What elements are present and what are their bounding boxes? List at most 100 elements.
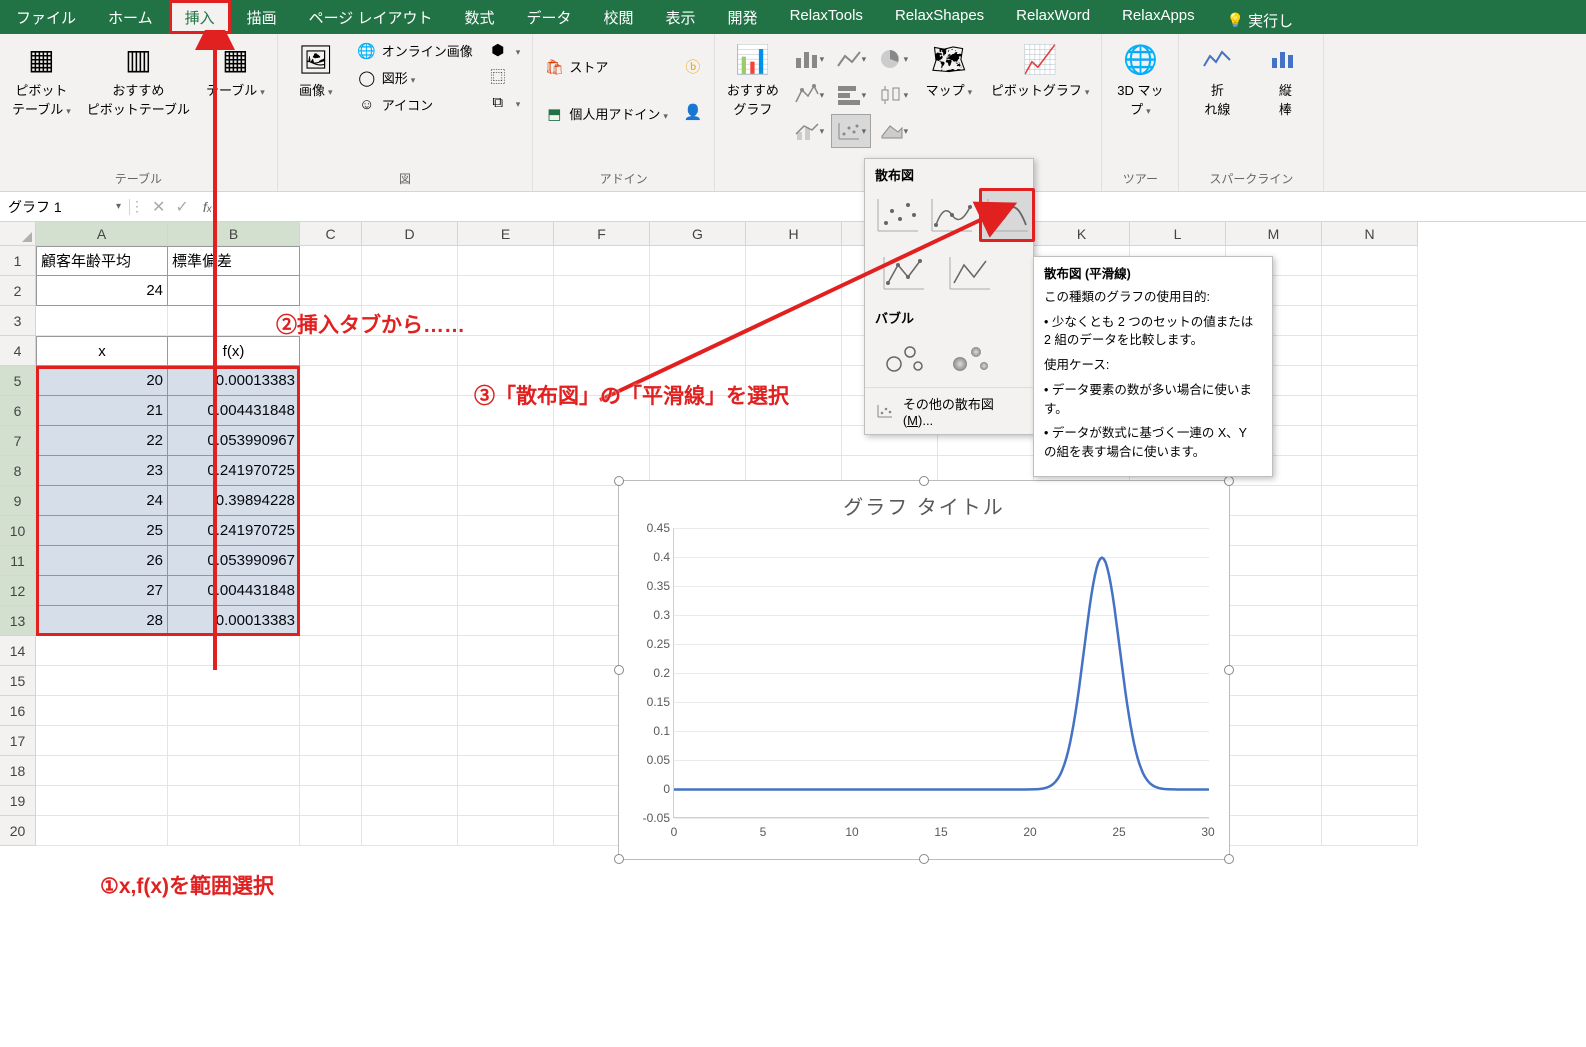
row-header-9[interactable]: 9: [0, 486, 36, 516]
cell-N17[interactable]: [1322, 726, 1418, 756]
cell-A20[interactable]: [36, 816, 168, 846]
cell-D12[interactable]: [362, 576, 458, 606]
tab-relaxapps[interactable]: RelaxApps: [1106, 0, 1211, 34]
cell-F4[interactable]: [554, 336, 650, 366]
cell-M18[interactable]: [1226, 756, 1322, 786]
name-box[interactable]: ▾: [0, 199, 130, 215]
cell-N3[interactable]: [1322, 306, 1418, 336]
cell-E13[interactable]: [458, 606, 554, 636]
recommended-pivot-button[interactable]: ▥ おすすめ ピボットテーブル: [81, 38, 196, 122]
cell-N7[interactable]: [1322, 426, 1418, 456]
cell-F3[interactable]: [554, 306, 650, 336]
cell-A3[interactable]: [36, 306, 168, 336]
tellme[interactable]: 💡実行し: [1211, 0, 1309, 34]
col-header-L[interactable]: L: [1130, 222, 1226, 246]
cell-M11[interactable]: [1226, 546, 1322, 576]
bar-chart-button[interactable]: ▾: [831, 78, 871, 112]
cell-E1[interactable]: [458, 246, 554, 276]
cell-D15[interactable]: [362, 666, 458, 696]
sparkline-col-button[interactable]: 縦 棒: [1253, 38, 1317, 122]
cell-A18[interactable]: [36, 756, 168, 786]
cell-M14[interactable]: [1226, 636, 1322, 666]
cell-C11[interactable]: [300, 546, 362, 576]
cell-N12[interactable]: [1322, 576, 1418, 606]
cell-D13[interactable]: [362, 606, 458, 636]
cell-C15[interactable]: [300, 666, 362, 696]
cell-B12[interactable]: 0.004431848: [168, 576, 300, 606]
cell-C9[interactable]: [300, 486, 362, 516]
row-header-13[interactable]: 13: [0, 606, 36, 636]
cell-E11[interactable]: [458, 546, 554, 576]
cell-A13[interactable]: 28: [36, 606, 168, 636]
cell-F1[interactable]: [554, 246, 650, 276]
cell-C19[interactable]: [300, 786, 362, 816]
hier-chart-button[interactable]: ▾: [789, 78, 829, 112]
tab-data[interactable]: データ: [511, 0, 588, 34]
online-image-button[interactable]: 🌐オンライン画像: [352, 38, 479, 63]
tab-relaxtools[interactable]: RelaxTools: [774, 0, 879, 34]
surface-chart-button[interactable]: ▾: [873, 114, 913, 148]
scatter-lines-markers-option[interactable]: [871, 246, 935, 300]
screenshot-button[interactable]: ⧉: [483, 90, 527, 114]
cell-E12[interactable]: [458, 576, 554, 606]
sparkline-line-button[interactable]: 折 れ線: [1185, 38, 1249, 122]
cell-N4[interactable]: [1322, 336, 1418, 366]
cell-D11[interactable]: [362, 546, 458, 576]
cell-E10[interactable]: [458, 516, 554, 546]
cell-H3[interactable]: [746, 306, 842, 336]
cell-B11[interactable]: 0.053990967: [168, 546, 300, 576]
cell-H2[interactable]: [746, 276, 842, 306]
store-button[interactable]: 🛍ストア: [539, 54, 674, 79]
cell-B9[interactable]: 0.39894228: [168, 486, 300, 516]
cell-E8[interactable]: [458, 456, 554, 486]
cell-D8[interactable]: [362, 456, 458, 486]
scatter-markers-option[interactable]: [871, 188, 923, 242]
tab-formulas[interactable]: 数式: [448, 0, 510, 34]
cell-E20[interactable]: [458, 816, 554, 846]
line-chart-button[interactable]: ▾: [831, 42, 871, 76]
cell-A11[interactable]: 26: [36, 546, 168, 576]
namebox-dropdown-icon[interactable]: ▾: [116, 201, 121, 212]
cell-E14[interactable]: [458, 636, 554, 666]
cell-C5[interactable]: [300, 366, 362, 396]
cell-B17[interactable]: [168, 726, 300, 756]
cell-N18[interactable]: [1322, 756, 1418, 786]
cancel-icon[interactable]: ✕: [152, 197, 165, 217]
cell-N6[interactable]: [1322, 396, 1418, 426]
tab-insert[interactable]: 挿入: [169, 0, 231, 34]
cell-M20[interactable]: [1226, 816, 1322, 846]
cell-B8[interactable]: 0.241970725: [168, 456, 300, 486]
stat-chart-button[interactable]: ▾: [873, 78, 913, 112]
tab-relaxword[interactable]: RelaxWord: [1000, 0, 1106, 34]
cell-C2[interactable]: [300, 276, 362, 306]
cell-B19[interactable]: [168, 786, 300, 816]
cell-A14[interactable]: [36, 636, 168, 666]
cell-G4[interactable]: [650, 336, 746, 366]
cell-H1[interactable]: [746, 246, 842, 276]
col-header-M[interactable]: M: [1226, 222, 1322, 246]
cell-N16[interactable]: [1322, 696, 1418, 726]
row-header-2[interactable]: 2: [0, 276, 36, 306]
row-header-15[interactable]: 15: [0, 666, 36, 696]
col-header-F[interactable]: F: [554, 222, 650, 246]
cell-D4[interactable]: [362, 336, 458, 366]
row-header-6[interactable]: 6: [0, 396, 36, 426]
cell-D18[interactable]: [362, 756, 458, 786]
3dmodel-button[interactable]: ⬢: [483, 38, 527, 62]
cell-A15[interactable]: [36, 666, 168, 696]
row-header-3[interactable]: 3: [0, 306, 36, 336]
pivot-table-button[interactable]: ▦ ピボット テーブル: [6, 38, 77, 122]
cell-F7[interactable]: [554, 426, 650, 456]
cell-N8[interactable]: [1322, 456, 1418, 486]
cell-C18[interactable]: [300, 756, 362, 786]
cell-E9[interactable]: [458, 486, 554, 516]
cell-M13[interactable]: [1226, 606, 1322, 636]
cell-C4[interactable]: [300, 336, 362, 366]
row-header-11[interactable]: 11: [0, 546, 36, 576]
cell-C16[interactable]: [300, 696, 362, 726]
cell-B20[interactable]: [168, 816, 300, 846]
cell-D1[interactable]: [362, 246, 458, 276]
cell-B15[interactable]: [168, 666, 300, 696]
tab-view[interactable]: 表示: [650, 0, 712, 34]
cell-N14[interactable]: [1322, 636, 1418, 666]
